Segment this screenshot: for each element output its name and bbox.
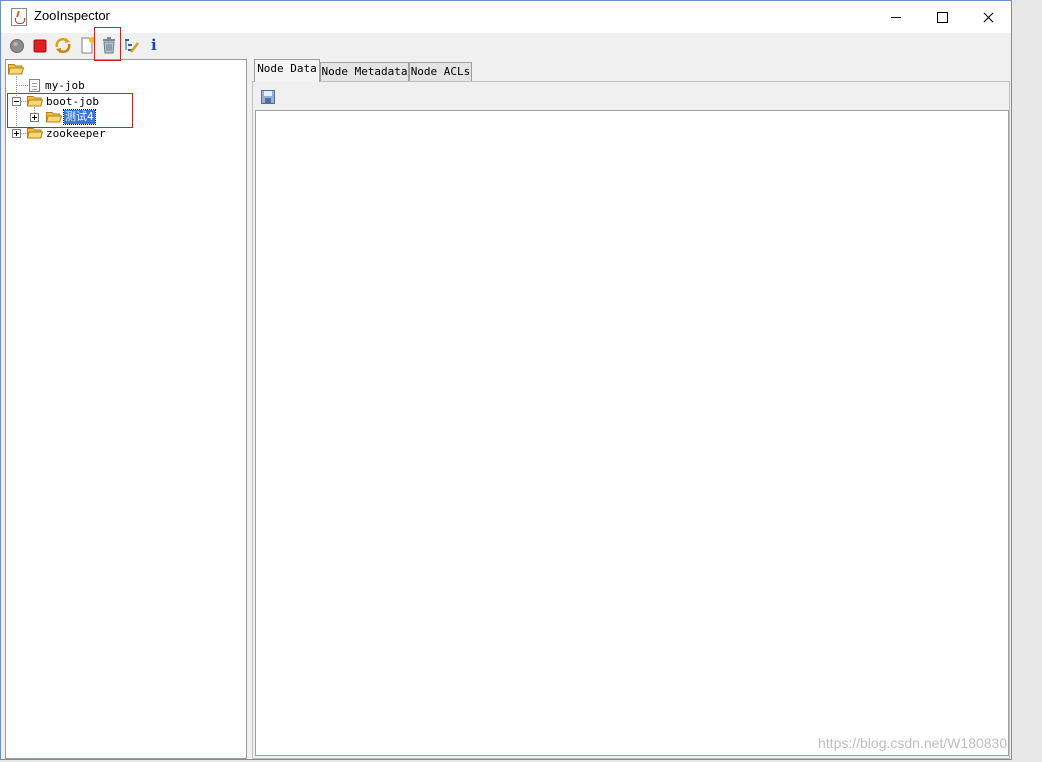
toolbar: i <box>1 33 1011 57</box>
disconnect-button[interactable] <box>30 35 50 55</box>
node-data-text-area[interactable] <box>255 110 1009 756</box>
disconnect-icon <box>33 39 47 53</box>
app-window: ZooInspector i my-job boot-job 测试4 zooke… <box>0 0 1012 760</box>
refresh-icon <box>55 38 71 53</box>
info-icon: i <box>151 36 157 54</box>
window-title: ZooInspector <box>34 8 110 23</box>
title-bar[interactable]: ZooInspector <box>1 1 1011 33</box>
maximize-button[interactable] <box>919 1 965 33</box>
tree-item-zookeeper[interactable]: zookeeper <box>6 126 244 142</box>
tree-item-my-job[interactable]: my-job <box>6 78 244 94</box>
folder-icon <box>27 128 43 139</box>
tab-node-acls[interactable]: Node ACLs <box>409 62 472 81</box>
java-app-icon <box>11 8 27 26</box>
node-tree-panel[interactable]: my-job boot-job 测试4 zookeeper <box>5 59 247 759</box>
node-details-panel: Node Data Node Metadata Node ACLs <box>252 59 1010 759</box>
tab-node-data[interactable]: Node Data <box>254 59 320 82</box>
root-folder-icon <box>8 64 24 75</box>
connect-icon <box>10 39 24 53</box>
node-data-toolbar <box>253 82 1009 110</box>
info-button[interactable]: i <box>145 35 165 55</box>
tree-item-label: my-job <box>45 79 85 92</box>
tree-item-label: zookeeper <box>46 127 106 140</box>
tree-settings-button[interactable] <box>122 35 142 55</box>
expand-icon[interactable] <box>12 129 21 138</box>
tab-bar: Node Data Node Metadata Node ACLs <box>252 59 1010 82</box>
tree-settings-icon <box>125 39 139 53</box>
save-icon[interactable] <box>261 90 275 104</box>
annotation-highlight-box <box>7 93 133 128</box>
connect-button[interactable] <box>7 35 27 55</box>
tab-content-node-data <box>252 81 1010 759</box>
tab-node-metadata[interactable]: Node Metadata <box>320 62 409 81</box>
refresh-button[interactable] <box>53 35 73 55</box>
file-icon <box>29 79 40 92</box>
watermark-text: https://blog.csdn.net/W180830 <box>818 735 1008 751</box>
minimize-button[interactable] <box>873 1 919 33</box>
annotation-highlight-box <box>94 27 121 61</box>
close-button[interactable] <box>965 1 1011 33</box>
